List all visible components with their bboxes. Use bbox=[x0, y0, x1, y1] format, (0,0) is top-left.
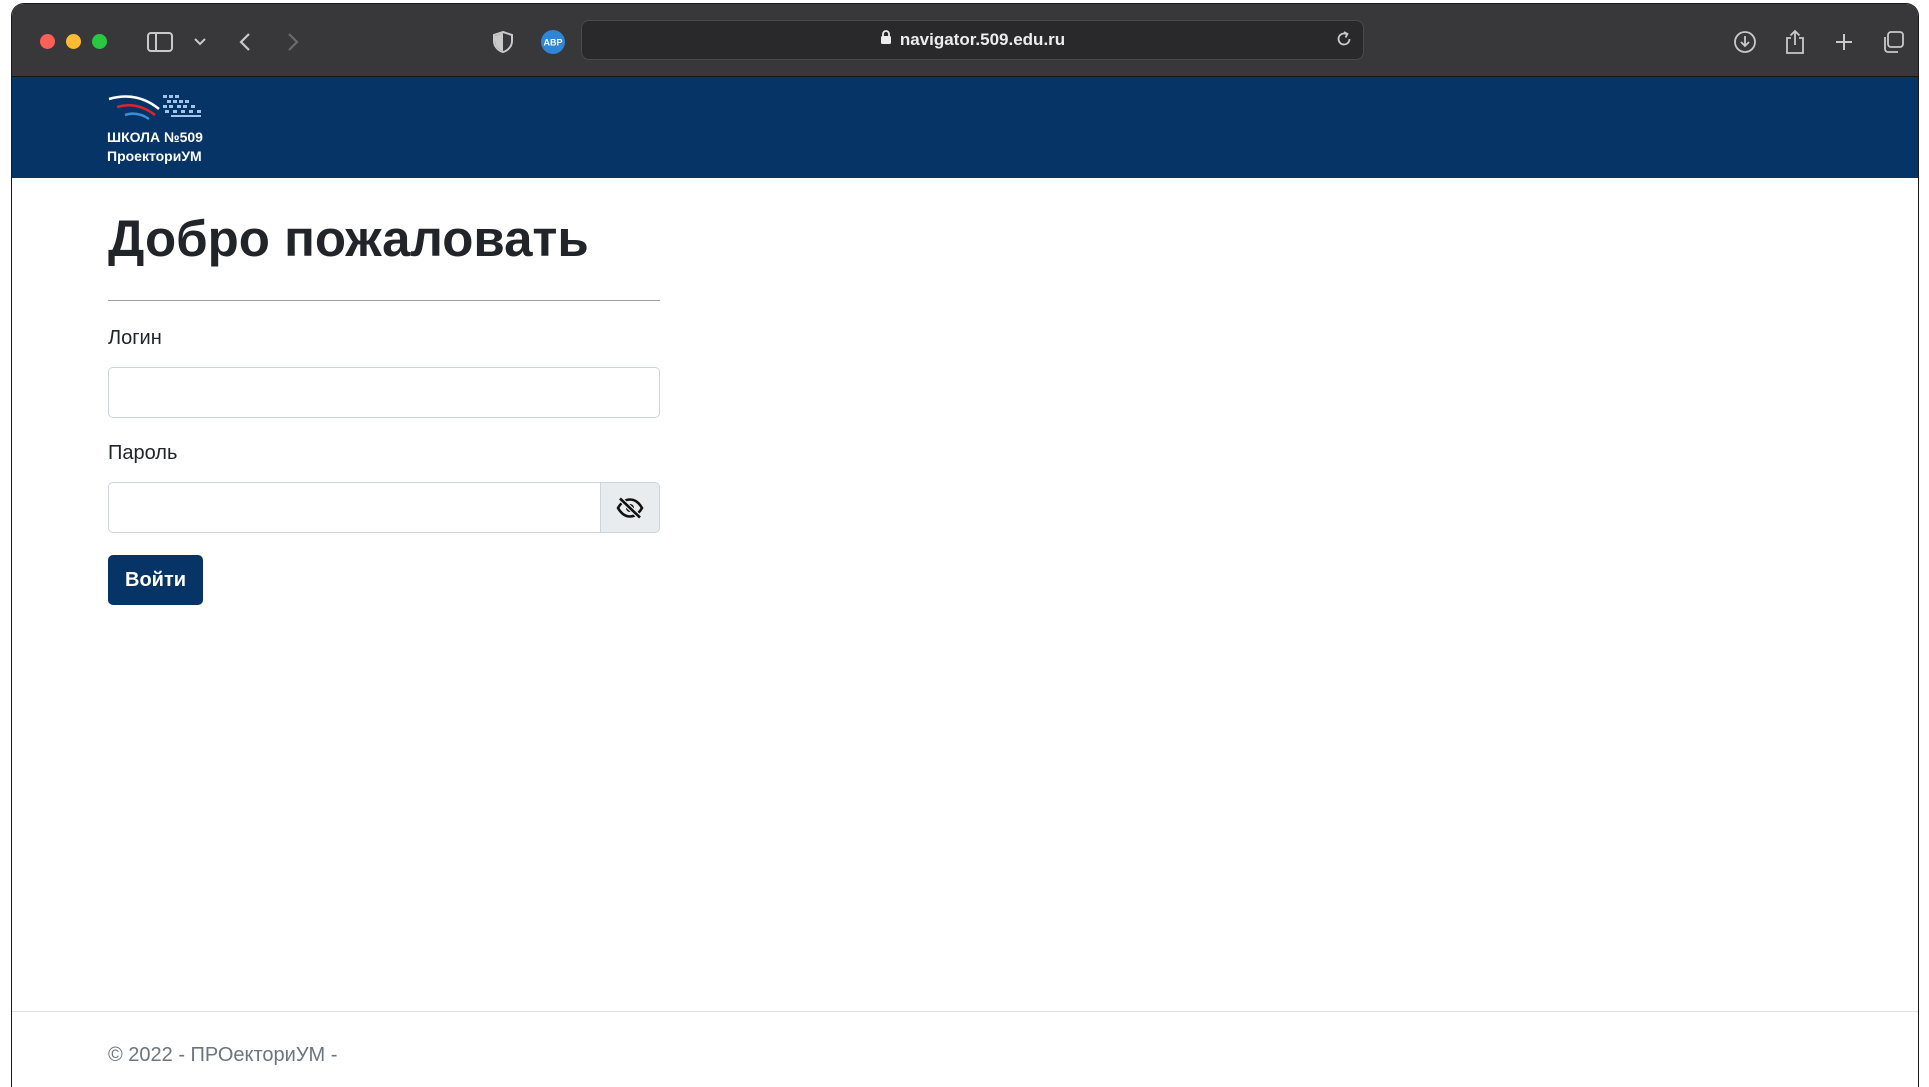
site-header: ШКОЛА №509 ПроекториУМ bbox=[12, 77, 1918, 178]
address-bar[interactable]: navigator.509.edu.ru bbox=[581, 20, 1364, 60]
logo-arcs-icon bbox=[108, 95, 201, 121]
tab-overview-icon[interactable] bbox=[1878, 24, 1908, 60]
login-form: Добро пожаловать Логин Пароль Войти bbox=[108, 178, 660, 605]
toggle-password-button[interactable] bbox=[600, 482, 660, 533]
url-text: navigator.509.edu.ru bbox=[899, 30, 1066, 49]
title-divider bbox=[108, 300, 660, 301]
back-button[interactable] bbox=[230, 24, 260, 60]
close-window-button[interactable] bbox=[40, 34, 55, 49]
logo-project-name: ПроекториУМ bbox=[107, 148, 202, 164]
browser-toolbar: ABP navigator.509.edu.ru bbox=[12, 4, 1918, 77]
download-icon[interactable] bbox=[1730, 24, 1760, 60]
site-footer: © 2022 - ПРОекториУМ - bbox=[12, 1011, 1918, 1087]
zoom-window-button[interactable] bbox=[92, 34, 107, 49]
forward-button[interactable] bbox=[278, 24, 308, 60]
login-input[interactable] bbox=[108, 367, 660, 418]
lock-icon bbox=[880, 30, 892, 50]
reload-icon[interactable] bbox=[1335, 30, 1353, 53]
browser-window: ABP navigator.509.edu.ru ШКОЛА №509 Прое… bbox=[12, 4, 1918, 1087]
shield-icon[interactable] bbox=[490, 24, 516, 60]
chevron-down-icon[interactable] bbox=[190, 24, 210, 60]
login-button[interactable]: Войти bbox=[108, 555, 204, 605]
page-title: Добро пожаловать bbox=[108, 210, 589, 267]
password-label: Пароль bbox=[108, 442, 178, 464]
share-icon[interactable] bbox=[1780, 24, 1810, 60]
password-group bbox=[108, 482, 660, 533]
footer-copyright: © 2022 - ПРОекториУМ - bbox=[108, 1044, 338, 1066]
minimize-window-button[interactable] bbox=[66, 34, 81, 49]
site-logo[interactable]: ШКОЛА №509 ПроекториУМ bbox=[107, 91, 237, 166]
sidebar-toggle-icon[interactable] bbox=[142, 24, 178, 60]
logo-school-name: ШКОЛА №509 bbox=[107, 129, 203, 145]
password-input[interactable] bbox=[108, 482, 600, 533]
eye-slash-icon bbox=[616, 496, 644, 519]
adblock-icon[interactable]: ABP bbox=[538, 24, 568, 60]
adblock-label: ABP bbox=[543, 38, 562, 48]
login-label: Логин bbox=[108, 327, 162, 349]
new-tab-button[interactable] bbox=[1829, 24, 1859, 60]
